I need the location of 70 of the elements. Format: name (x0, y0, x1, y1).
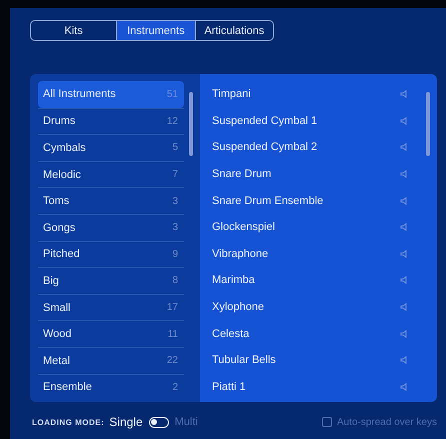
category-item[interactable]: Melodic 7 (38, 160, 184, 188)
item-count: 7 (172, 169, 178, 180)
loading-mode-label: LOADING MODE: (32, 418, 104, 426)
item-count: 17 (166, 302, 178, 314)
category-label: Pitched (43, 248, 80, 260)
category-label: Gongs (43, 222, 76, 234)
speaker-icon[interactable] (400, 382, 407, 391)
speaker-icon[interactable] (400, 356, 407, 364)
category-item[interactable]: Big 8 (38, 267, 184, 294)
item-count: 12 (166, 116, 178, 127)
speaker-icon[interactable] (400, 223, 407, 232)
category-label: Big (43, 274, 59, 287)
speaker-icon[interactable] (400, 330, 407, 338)
instrument-item[interactable]: Suspended Cymbal 1 (212, 114, 318, 127)
instrument-item[interactable]: Snare Drum Ensemble (212, 194, 324, 207)
category-item[interactable]: Small 17 (38, 294, 184, 320)
instrument-item[interactable]: Vibraphone (212, 248, 268, 260)
item-count: 51 (166, 88, 178, 100)
instrument-item[interactable]: Celesta (212, 328, 250, 340)
category-label: Melodic (43, 168, 81, 181)
category-item[interactable]: Pitched 9 (38, 240, 184, 268)
item-count: 9 (172, 248, 178, 260)
tab[interactable]: Articulations (194, 21, 273, 40)
instrument-item[interactable]: Piatti 1 (212, 380, 246, 393)
item-count: 3 (172, 196, 178, 207)
category-item[interactable]: Toms 3 (38, 187, 184, 214)
item-count: 11 (168, 328, 178, 340)
category-label: Wood (43, 328, 72, 340)
instrument-item[interactable]: Tubular Bells (212, 354, 276, 366)
scrollbar[interactable] (426, 92, 430, 156)
category-label: Ensemble (43, 381, 92, 394)
speaker-icon[interactable] (400, 250, 407, 258)
mode-option[interactable]: Single (109, 415, 143, 429)
item-count: 3 (172, 222, 178, 234)
category-label: Small (43, 302, 71, 314)
category-label: Cymbals (43, 142, 86, 154)
speaker-icon[interactable] (400, 170, 407, 178)
instrument-item[interactable]: Timpani (212, 88, 251, 100)
speaker-icon[interactable] (400, 276, 407, 284)
category-label: All Instruments (43, 88, 116, 100)
category-label: Toms (43, 195, 70, 208)
item-count: 5 (172, 142, 178, 154)
instrument-item[interactable]: Suspended Cymbal 2 (212, 141, 318, 154)
mode-toggle[interactable] (148, 416, 169, 428)
category-item[interactable]: Gongs 3 (38, 214, 184, 241)
instrument-item[interactable]: Glockenspiel (212, 221, 275, 234)
category-item[interactable]: Ensemble 2 (38, 374, 184, 400)
instrument-item[interactable]: Snare Drum (212, 168, 272, 180)
speaker-icon[interactable] (400, 303, 407, 312)
category-item[interactable]: All Instruments 51 (38, 81, 184, 108)
category-label: Drums (43, 115, 76, 128)
instrument-item[interactable]: Marimba (212, 274, 255, 286)
item-count: 22 (166, 355, 178, 366)
category-item[interactable]: Wood 11 (38, 320, 184, 347)
speaker-icon[interactable] (400, 90, 407, 98)
auto-spread-label: Auto-spread over keys (336, 416, 437, 428)
category-item[interactable]: Drums 12 (38, 108, 184, 134)
scrollbar[interactable] (189, 92, 193, 156)
tab[interactable]: Kits (31, 21, 116, 40)
checkbox[interactable] (322, 417, 332, 427)
item-count: 2 (172, 382, 178, 393)
speaker-icon[interactable] (400, 116, 407, 125)
speaker-icon[interactable] (400, 196, 407, 205)
item-count: 8 (172, 275, 178, 286)
speaker-icon[interactable] (400, 143, 407, 152)
instrument-item[interactable]: Xylophone (212, 301, 264, 314)
category-item[interactable]: Metal 22 (38, 346, 184, 374)
tab[interactable]: Instruments (116, 21, 195, 40)
category-label: Metal (43, 354, 70, 367)
category-item[interactable]: Cymbals 5 (38, 134, 184, 161)
